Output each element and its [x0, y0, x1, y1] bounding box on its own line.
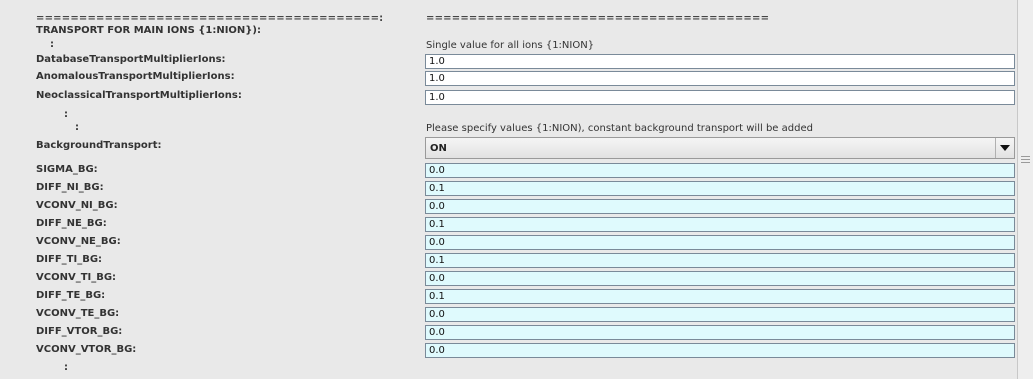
database-multiplier-input[interactable] — [425, 54, 1015, 69]
vconv-ne-bg-input[interactable] — [425, 235, 1015, 250]
vconv-ti-bg-label: VCONV_TI_BG: — [36, 272, 117, 283]
transport-settings-panel: ========================================… — [0, 0, 1017, 379]
anomalous-multiplier-input[interactable] — [425, 71, 1015, 86]
dropdown-arrow-button[interactable] — [995, 138, 1014, 158]
diff-te-bg-label: DIFF_TE_BG: — [36, 290, 106, 301]
chevron-down-icon — [1000, 145, 1010, 151]
sigma-bg-input[interactable] — [425, 163, 1015, 178]
diff-ne-bg-label: DIFF_NE_BG: — [36, 218, 107, 229]
vconv-te-bg-label: VCONV_TE_BG: — [36, 308, 120, 319]
database-multiplier-label: DatabaseTransportMultiplierIons: — [36, 54, 226, 65]
background-transport-label: BackgroundTransport: — [36, 140, 162, 151]
background-transport-value: ON — [430, 143, 447, 154]
diff-ni-bg-label: DIFF_NI_BG: — [36, 182, 104, 193]
vertical-scrollbar[interactable] — [1017, 0, 1033, 379]
diff-ti-bg-input[interactable] — [425, 253, 1015, 268]
vconv-vtor-bg-input[interactable] — [425, 343, 1015, 358]
separator-left: ========================================… — [36, 13, 384, 24]
sigma-bg-label: SIGMA_BG: — [36, 164, 98, 175]
neoclassical-multiplier-input[interactable] — [425, 90, 1015, 105]
scroll-grip-icon[interactable] — [1021, 154, 1030, 166]
diff-vtor-bg-label: DIFF_VTOR_BG: — [36, 326, 123, 337]
vconv-ni-bg-label: VCONV_NI_BG: — [36, 200, 118, 211]
vconv-te-bg-input[interactable] — [425, 307, 1015, 322]
vconv-ne-bg-label: VCONV_NE_BG: — [36, 236, 121, 247]
diff-ni-bg-input[interactable] — [425, 181, 1015, 196]
diff-ne-bg-input[interactable] — [425, 217, 1015, 232]
colon-marker: : — [64, 362, 68, 373]
background-transport-select[interactable]: ON — [425, 137, 1015, 159]
separator-right: ======================================== — [426, 13, 770, 24]
diff-te-bg-input[interactable] — [425, 289, 1015, 304]
hint-single-value: Single value for all ions {1:NION} — [426, 40, 595, 51]
hint-specify-values: Please specify values {1:NION), constant… — [426, 123, 813, 134]
colon-marker: : — [75, 122, 79, 133]
neoclassical-multiplier-label: NeoclassicalTransportMultiplierIons: — [36, 90, 242, 101]
diff-ti-bg-label: DIFF_TI_BG: — [36, 254, 103, 265]
vconv-vtor-bg-label: VCONV_VTOR_BG: — [36, 344, 137, 355]
diff-vtor-bg-input[interactable] — [425, 325, 1015, 340]
vconv-ti-bg-input[interactable] — [425, 271, 1015, 286]
anomalous-multiplier-label: AnomalousTransportMultiplierIons: — [36, 71, 235, 82]
colon-marker: : — [64, 109, 68, 120]
section-title: TRANSPORT FOR MAIN IONS {1:NION}): — [36, 25, 261, 36]
colon-marker: : — [50, 39, 54, 50]
vconv-ni-bg-input[interactable] — [425, 199, 1015, 214]
